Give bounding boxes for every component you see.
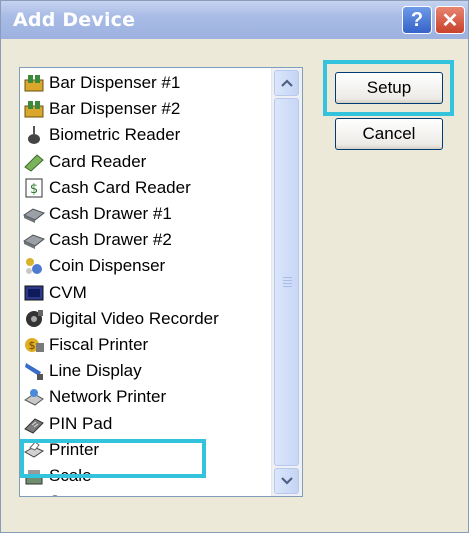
- device-list-items: Bar Dispenser #1 Bar Dispenser #2 Biometri…: [20, 70, 266, 496]
- setup-highlight: [323, 60, 454, 116]
- list-item[interactable]: PIN Pad: [20, 410, 266, 436]
- list-item-label: Line Display: [49, 361, 142, 381]
- list-item[interactable]: Digital Video Recorder: [20, 306, 266, 332]
- svg-text:$: $: [29, 339, 36, 352]
- scroll-up-button[interactable]: [274, 70, 299, 96]
- title-bar[interactable]: Add Device ? ✕: [1, 1, 468, 39]
- cash-drawer-icon: [23, 203, 45, 225]
- list-item[interactable]: $ Cash Card Reader: [20, 175, 266, 201]
- list-item[interactable]: Bar Dispenser #2: [20, 96, 266, 122]
- list-item[interactable]: Line Display: [20, 358, 266, 384]
- scroll-down-button[interactable]: [274, 468, 299, 494]
- list-item-label: Cash Drawer #2: [49, 230, 172, 250]
- scanner-icon: [23, 491, 45, 496]
- bar-dispenser-icon: [23, 72, 45, 94]
- list-item[interactable]: Network Printer: [20, 384, 266, 410]
- line-display-icon: [23, 360, 45, 382]
- cash-card-reader-icon: $: [23, 177, 45, 199]
- list-item-label: Bar Dispenser #2: [49, 99, 181, 119]
- dialog-title: Add Device: [13, 9, 136, 31]
- list-item-label: Digital Video Recorder: [49, 308, 219, 328]
- coin-dispenser-icon: [23, 255, 45, 277]
- device-list[interactable]: Bar Dispenser #1 Bar Dispenser #2 Biometri…: [19, 67, 303, 497]
- list-item-label: Scanner: [49, 492, 112, 496]
- network-printer-icon: [23, 386, 45, 408]
- list-item[interactable]: Card Reader: [20, 149, 266, 175]
- list-item[interactable]: Bar Dispenser #1: [20, 70, 266, 96]
- video-recorder-icon: [23, 308, 45, 330]
- help-button[interactable]: ?: [402, 6, 432, 34]
- chevron-up-icon: [280, 79, 293, 87]
- cash-drawer-icon: [23, 229, 45, 251]
- list-item[interactable]: Biometric Reader: [20, 122, 266, 148]
- fiscal-printer-icon: $: [23, 334, 45, 356]
- cancel-button[interactable]: Cancel: [335, 118, 443, 150]
- list-item-label: Bar Dispenser #1: [49, 73, 181, 93]
- bar-dispenser-icon: [23, 98, 45, 120]
- close-button[interactable]: ✕: [435, 6, 465, 34]
- list-item-label: Coin Dispenser: [49, 256, 166, 276]
- biometric-reader-icon: [23, 124, 45, 146]
- list-item[interactable]: Cash Drawer #2: [20, 227, 266, 253]
- chevron-down-icon: [280, 477, 293, 485]
- svg-text:$: $: [30, 182, 38, 197]
- close-icon: ✕: [441, 9, 459, 32]
- list-item-label: Cash Card Reader: [49, 177, 191, 197]
- list-item-label: Network Printer: [49, 387, 167, 407]
- list-item[interactable]: CVM: [20, 280, 266, 306]
- list-item[interactable]: $ Fiscal Printer: [20, 332, 266, 358]
- list-item-label: Cash Drawer #1: [49, 204, 172, 224]
- list-item[interactable]: Coin Dispenser: [20, 253, 266, 279]
- list-item[interactable]: Cash Drawer #1: [20, 201, 266, 227]
- list-item[interactable]: Scanner: [20, 489, 266, 496]
- help-icon: ?: [410, 8, 424, 31]
- cvm-icon: [23, 282, 45, 304]
- pin-pad-icon: [23, 413, 45, 435]
- list-item-label: PIN Pad: [49, 413, 113, 433]
- card-reader-icon: [23, 151, 45, 173]
- vertical-scrollbar[interactable]: [271, 68, 302, 496]
- printer-highlight: [20, 439, 206, 478]
- list-item-label: Card Reader: [49, 151, 147, 171]
- scroll-thumb[interactable]: [274, 98, 299, 466]
- list-item-label: Biometric Reader: [49, 125, 181, 145]
- list-item-label: CVM: [49, 282, 87, 302]
- add-device-dialog: Add Device ? ✕ Bar Dispenser #1 Bar Dispe…: [0, 0, 469, 533]
- list-item-label: Fiscal Printer: [49, 334, 149, 354]
